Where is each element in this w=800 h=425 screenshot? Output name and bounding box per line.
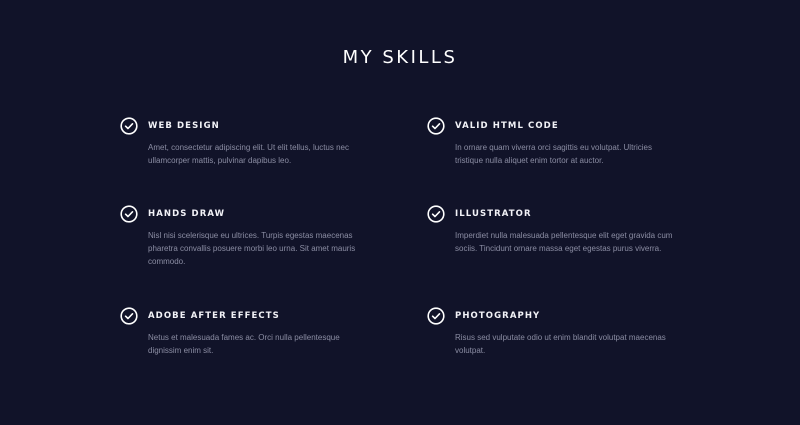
check-circle-icon	[427, 307, 445, 325]
skill-description: Nisl nisi scelerisque eu ultrices. Turpi…	[148, 231, 356, 266]
skill-name: ADOBE AFTER EFFECTS	[148, 311, 280, 321]
skill-description: Netus et malesuada fames ac. Orci nulla …	[148, 333, 340, 355]
check-circle-icon	[427, 117, 445, 135]
check-circle-icon	[427, 205, 445, 223]
check-circle-icon	[120, 205, 138, 223]
skill-name: ILLUSTRATOR	[455, 209, 532, 219]
check-circle-icon	[120, 307, 138, 325]
skill-name: VALID HTML CODE	[455, 121, 559, 131]
skill-name: PHOTOGRAPHY	[455, 311, 541, 321]
skill-description: Amet, consectetur adipiscing elit. Ut el…	[148, 143, 349, 165]
skill-name: WEB DESIGN	[148, 121, 220, 131]
skill-description: Imperdiet nulla malesuada pellentesque e…	[455, 231, 673, 253]
skill-name: HANDS DRAW	[148, 209, 226, 219]
check-circle-icon	[120, 117, 138, 135]
skills-section: MY SKILLS WEB DESIGN Amet, consectetur a…	[0, 0, 800, 425]
skill-description: Risus sed vulputate odio ut enim blandit…	[455, 333, 666, 355]
section-title: MY SKILLS	[342, 47, 458, 68]
skill-description: In ornare quam viverra orci sagittis eu …	[455, 143, 652, 165]
